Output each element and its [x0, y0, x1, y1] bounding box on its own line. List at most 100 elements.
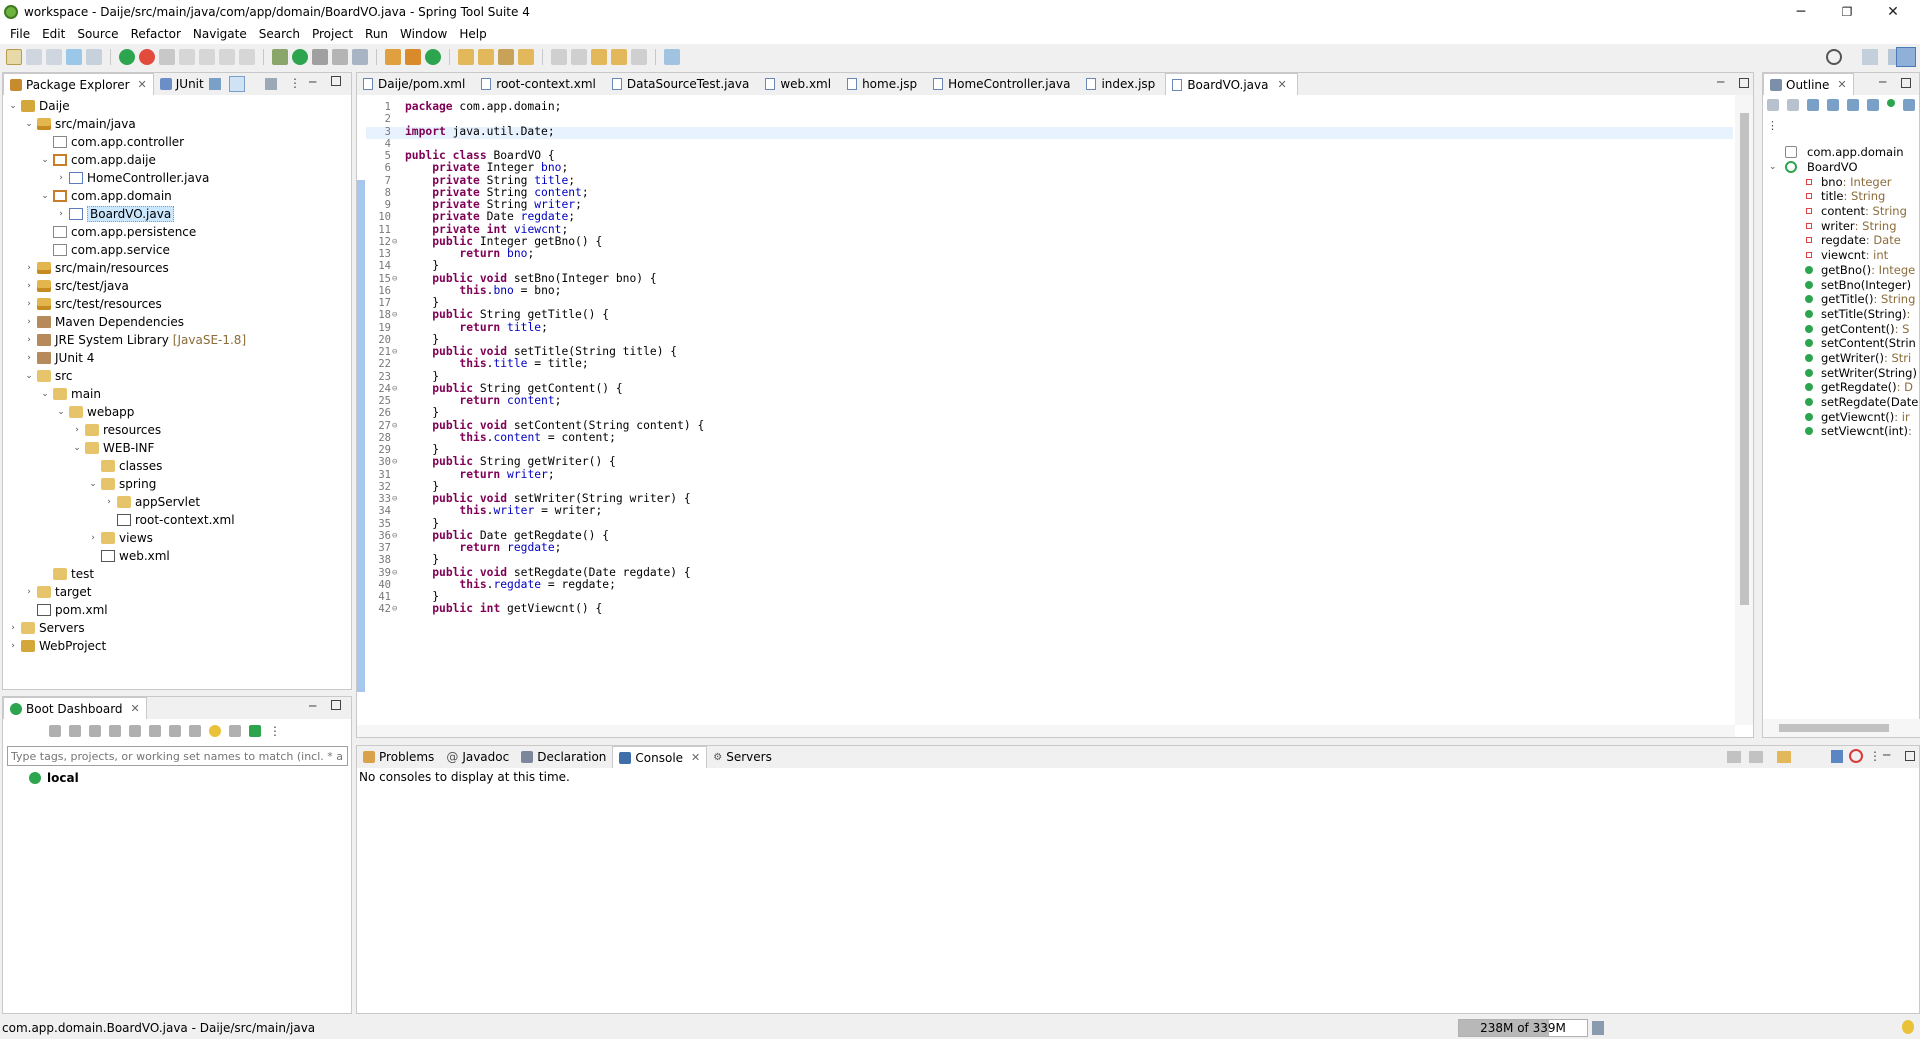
outline-member[interactable]: setViewcnt(int) :: [1805, 424, 1919, 439]
java-perspective-icon[interactable]: [1896, 47, 1916, 67]
public-members-icon[interactable]: [1887, 99, 1895, 107]
sort-icon[interactable]: [1807, 99, 1819, 111]
new-class-icon[interactable]: [425, 49, 441, 65]
menu-refactor[interactable]: Refactor: [125, 27, 187, 41]
close-icon[interactable]: ✕: [131, 702, 140, 715]
tree-item[interactable]: › appServlet: [3, 493, 351, 511]
tree-item[interactable]: › target: [3, 583, 351, 601]
tree-item[interactable]: ⌄ src/main/java: [3, 115, 351, 133]
outline-member[interactable]: getContent() : S: [1805, 321, 1919, 336]
display-console-icon[interactable]: [1749, 751, 1763, 763]
maximize-button[interactable]: ❐: [1824, 0, 1870, 24]
fold-icon[interactable]: ⊖: [392, 383, 397, 395]
open-perspective-icon[interactable]: [1862, 49, 1878, 65]
tree-item[interactable]: com.app.persistence: [3, 223, 351, 241]
open-resource-icon[interactable]: [518, 49, 534, 65]
maximize-view-icon[interactable]: [1905, 751, 1915, 761]
chevron-right-icon[interactable]: ›: [23, 335, 35, 345]
tree-item[interactable]: ⌄ Daije: [3, 97, 351, 115]
tree-item[interactable]: › src/test/resources: [3, 295, 351, 313]
editor-tab[interactable]: BoardVO.java ✕: [1165, 73, 1298, 95]
relaunch-icon[interactable]: [139, 49, 155, 65]
chevron-down-icon[interactable]: ⌄: [87, 479, 99, 489]
step-icon[interactable]: [179, 49, 195, 65]
fold-icon[interactable]: ⊖: [392, 456, 397, 468]
chevron-down-icon[interactable]: ⌄: [39, 191, 51, 201]
chevron-down-icon[interactable]: ⌄: [39, 389, 51, 399]
vertical-scrollbar[interactable]: [1735, 95, 1753, 725]
boot-item-local[interactable]: local: [3, 769, 351, 787]
horizontal-scrollbar[interactable]: [357, 725, 1735, 737]
tab-package-explorer[interactable]: Package Explorer ✕: [3, 73, 154, 95]
outline-member[interactable]: setContent(Strin: [1805, 336, 1919, 351]
minimize-view-icon[interactable]: ─: [309, 75, 316, 89]
chevron-down-icon[interactable]: ⌄: [23, 119, 35, 129]
outline-member[interactable]: getRegdate() : D: [1805, 380, 1919, 395]
coverage-icon[interactable]: [352, 49, 368, 65]
editor-tab[interactable]: DataSourceTest.java: [606, 73, 759, 95]
tree-item[interactable]: com.app.service: [3, 241, 351, 259]
tree-item[interactable]: › src/main/resources: [3, 259, 351, 277]
maximize-view-icon[interactable]: [1901, 78, 1911, 88]
tree-item[interactable]: web.xml: [3, 547, 351, 565]
tab-console[interactable]: Console ✕: [612, 746, 708, 768]
vertical-scrollbar-thumb[interactable]: [1740, 113, 1749, 605]
outline-scrollbar-thumb[interactable]: [1779, 724, 1889, 732]
fold-icon[interactable]: ⊖: [392, 236, 397, 248]
outline-member[interactable]: setBno(Integer): [1805, 277, 1919, 292]
tree-item[interactable]: › views: [3, 529, 351, 547]
chevron-right-icon[interactable]: ›: [23, 353, 35, 363]
outline-member[interactable]: getWriter() : Stri: [1805, 351, 1919, 366]
last-edit-location-icon[interactable]: [591, 49, 607, 65]
menu-source[interactable]: Source: [71, 27, 124, 41]
chevron-down-icon[interactable]: ⌄: [71, 443, 83, 453]
add-icon[interactable]: [249, 725, 261, 737]
new-package-icon[interactable]: [405, 49, 421, 65]
open-console-icon[interactable]: [66, 49, 82, 65]
back-icon[interactable]: [611, 49, 627, 65]
outline-member[interactable]: regdate : Date: [1805, 233, 1919, 248]
search-toolbar-icon[interactable]: [86, 49, 102, 65]
lightbulb-icon[interactable]: [1902, 1020, 1914, 1034]
fold-icon[interactable]: ⊖: [392, 530, 397, 542]
save-icon[interactable]: [26, 49, 42, 65]
lightbulb-icon[interactable]: [209, 725, 221, 737]
properties-icon[interactable]: [189, 725, 201, 737]
editor-tab[interactable]: index.jsp: [1080, 73, 1165, 95]
next-annotation-icon[interactable]: [551, 49, 567, 65]
chevron-right-icon[interactable]: ›: [23, 281, 35, 291]
save-console-icon[interactable]: [1831, 750, 1843, 763]
menu-navigate[interactable]: Navigate: [187, 27, 253, 41]
menu-help[interactable]: Help: [453, 27, 492, 41]
chevron-right-icon[interactable]: ›: [23, 263, 35, 273]
open-task-icon[interactable]: [478, 49, 494, 65]
chevron-right-icon[interactable]: ›: [7, 641, 19, 651]
menu-run[interactable]: Run: [359, 27, 394, 41]
minimize-editor-icon[interactable]: ─: [1717, 75, 1724, 89]
tab-outline[interactable]: Outline ✕: [1763, 73, 1854, 95]
maximize-view-icon[interactable]: [331, 700, 341, 710]
close-icon[interactable]: ✕: [1837, 78, 1846, 91]
chevron-right-icon[interactable]: ›: [23, 299, 35, 309]
outline-member[interactable]: content : String: [1805, 204, 1919, 219]
tree-item[interactable]: classes: [3, 457, 351, 475]
outline-class[interactable]: ⌄ BoardVO: [1769, 160, 1919, 175]
chevron-right-icon[interactable]: ›: [87, 533, 99, 543]
outline-member[interactable]: setTitle(String) :: [1805, 307, 1919, 322]
block-selection-icon[interactable]: [219, 49, 235, 65]
outline-member[interactable]: getBno() : Intege: [1805, 263, 1919, 278]
view-menu-icon[interactable]: ⋮: [1767, 119, 1778, 132]
menu-file[interactable]: File: [4, 27, 36, 41]
tab-javadoc[interactable]: @ Javadoc: [440, 746, 515, 768]
collapse-all-icon[interactable]: [1767, 99, 1779, 111]
chevron-down-icon[interactable]: ⌄: [23, 371, 35, 381]
chevron-right-icon[interactable]: ›: [103, 497, 115, 507]
editor-tab[interactable]: HomeController.java: [927, 73, 1080, 95]
menu-project[interactable]: Project: [306, 27, 359, 41]
chevron-right-icon[interactable]: ›: [7, 623, 19, 633]
fold-icon[interactable]: ⊖: [392, 567, 397, 579]
open-console-icon[interactable]: [129, 725, 141, 737]
new-java-project-icon[interactable]: [385, 49, 401, 65]
chevron-right-icon[interactable]: ›: [71, 425, 83, 435]
outline-package[interactable]: com.app.domain: [1785, 145, 1919, 160]
